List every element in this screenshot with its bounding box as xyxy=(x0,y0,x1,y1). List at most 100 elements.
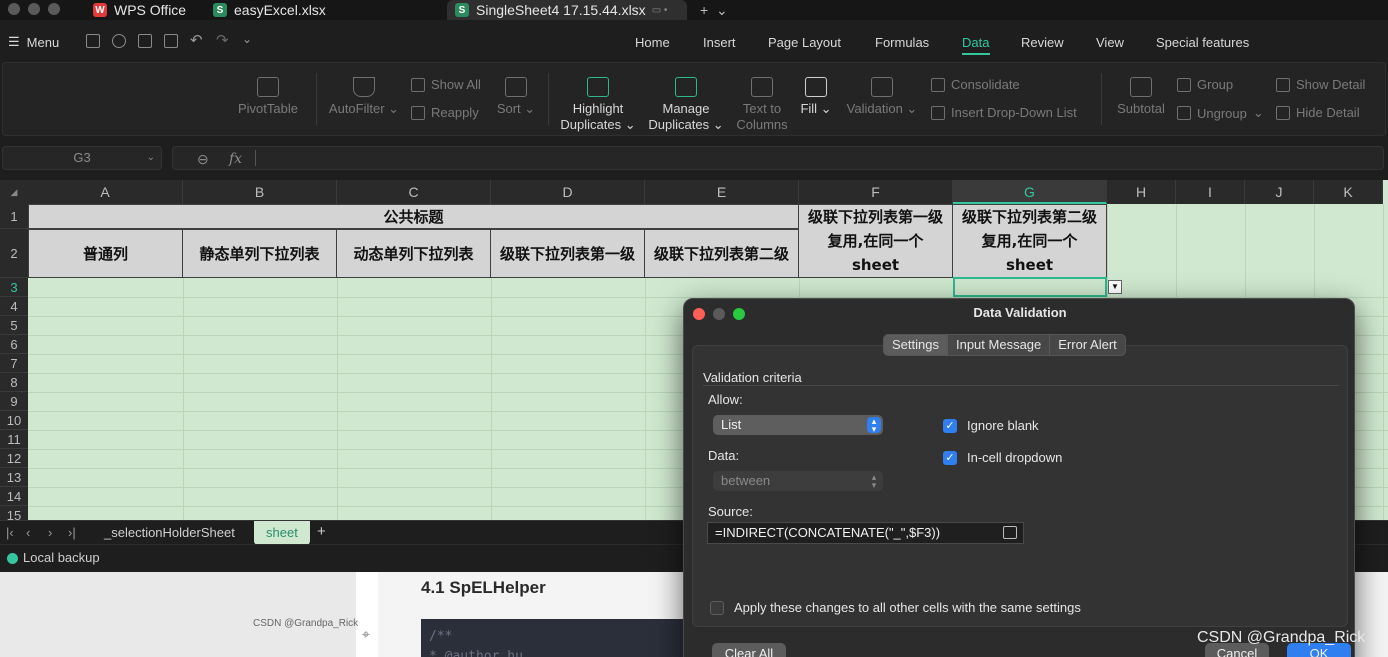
apply-all-checkbox[interactable] xyxy=(710,601,724,615)
allow-select[interactable]: List ▴ ▾ xyxy=(713,415,883,435)
nav-formulas[interactable]: Formulas xyxy=(875,35,929,50)
source-input[interactable]: =INDIRECT(CONCATENATE("_",$F3)) xyxy=(707,522,1024,544)
row-header-15[interactable]: 15 xyxy=(0,506,28,520)
menu-button[interactable]: ☰ Menu xyxy=(8,34,59,50)
redo-icon[interactable]: ↷ xyxy=(216,31,229,49)
column-header-k[interactable]: K xyxy=(1314,180,1383,204)
tab-error-alert[interactable]: Error Alert xyxy=(1050,335,1125,355)
row-header-4[interactable]: 4 xyxy=(0,297,28,316)
header-cell-g[interactable]: 级联下拉列表第二级复用,在同一个sheet xyxy=(952,204,1107,278)
next-sheet-icon[interactable]: › xyxy=(48,525,52,540)
header-cell-b[interactable]: 静态单列下拉列表 xyxy=(182,229,337,278)
header-cell-e[interactable]: 级联下拉列表第二级 xyxy=(644,229,799,278)
header-cell-a[interactable]: 普通列 xyxy=(28,229,183,278)
highlight-duplicates-button[interactable]: Highlight Duplicates ⌄ xyxy=(559,77,637,133)
column-header-b[interactable]: B xyxy=(183,180,337,204)
more-quick-icon[interactable]: ⌄ xyxy=(242,32,252,46)
column-header-c[interactable]: C xyxy=(337,180,491,204)
new-file-icon[interactable] xyxy=(86,34,100,48)
clear-all-button[interactable]: Clear All xyxy=(712,643,786,657)
header-cell-c[interactable]: 动态单列下拉列表 xyxy=(336,229,491,278)
sheet-tab-selection-holder[interactable]: _selectionHolderSheet xyxy=(104,525,235,540)
column-header-d[interactable]: D xyxy=(491,180,645,204)
header-merged-title[interactable]: 公共标题 xyxy=(28,204,799,229)
nav-review[interactable]: Review xyxy=(1021,35,1064,50)
undo-icon[interactable]: ↶ xyxy=(190,31,203,49)
range-picker-icon[interactable] xyxy=(1003,526,1017,539)
open-file-icon[interactable] xyxy=(112,34,126,48)
consolidate-button[interactable]: Consolidate xyxy=(931,77,1020,92)
validation-button[interactable]: Validation ⌄ xyxy=(845,77,919,117)
row-header-1[interactable]: 1 xyxy=(0,204,28,229)
row-header-13[interactable]: 13 xyxy=(0,468,28,487)
row-header-2[interactable]: 2 xyxy=(0,229,28,278)
cell-dropdown-arrow-icon[interactable]: ▼ xyxy=(1108,280,1122,294)
fill-button[interactable]: Fill ⌄ xyxy=(799,77,833,117)
last-sheet-icon[interactable]: ›| xyxy=(68,525,76,540)
sort-button[interactable]: Sort ⌄ xyxy=(495,77,537,117)
row-header-11[interactable]: 11 xyxy=(0,430,28,449)
drag-handle-icon[interactable]: ⌖ xyxy=(362,626,370,643)
autofilter-button[interactable]: AutoFilter ⌄ xyxy=(327,77,401,117)
row-header-9[interactable]: 9 xyxy=(0,392,28,411)
tab-singlesheet4[interactable]: S SingleSheet4 17.15.44.xlsx ▭ • xyxy=(447,0,687,20)
column-header-h[interactable]: H xyxy=(1107,180,1176,204)
first-sheet-icon[interactable]: |‹ xyxy=(6,525,14,540)
sheet-tab-sheet[interactable]: sheet xyxy=(254,521,310,545)
close-window-icon[interactable] xyxy=(8,3,20,15)
show-all-button[interactable]: Show All xyxy=(411,77,481,92)
row-header-8[interactable]: 8 xyxy=(0,373,28,392)
zoom-window-icon[interactable] xyxy=(48,3,60,15)
group-button[interactable]: Group xyxy=(1177,77,1233,92)
zoom-formula-icon[interactable]: ⊖ xyxy=(197,151,209,168)
prev-sheet-icon[interactable]: ‹ xyxy=(26,525,30,540)
minimize-window-icon[interactable] xyxy=(28,3,40,15)
nav-home[interactable]: Home xyxy=(635,35,670,50)
tab-wps-office[interactable]: W WPS Office xyxy=(85,0,194,20)
row-header-3[interactable]: 3 xyxy=(0,278,28,297)
column-header-a[interactable]: A xyxy=(28,180,183,204)
nav-view[interactable]: View xyxy=(1096,35,1124,50)
column-header-e[interactable]: E xyxy=(645,180,799,204)
subtotal-button[interactable]: Subtotal xyxy=(1111,77,1171,116)
local-backup-label[interactable]: Local backup xyxy=(23,550,100,565)
ignore-blank-checkbox[interactable]: ✓ xyxy=(943,419,957,433)
insert-dropdown-list-button[interactable]: Insert Drop-Down List xyxy=(931,105,1077,120)
new-tab-button[interactable]: + ⌄ xyxy=(692,0,736,20)
manage-duplicates-button[interactable]: Manage Duplicates ⌄ xyxy=(647,77,725,133)
row-header-12[interactable]: 12 xyxy=(0,449,28,468)
tab-settings[interactable]: Settings xyxy=(884,335,948,355)
in-cell-dropdown-checkbox[interactable]: ✓ xyxy=(943,451,957,465)
tab-input-message[interactable]: Input Message xyxy=(948,335,1051,355)
nav-insert[interactable]: Insert xyxy=(703,35,736,50)
column-header-g[interactable]: G xyxy=(953,180,1107,204)
name-box[interactable]: G3 ⌄ xyxy=(2,146,162,170)
column-header-f[interactable]: F xyxy=(799,180,953,204)
text-to-columns-button[interactable]: Text to Columns xyxy=(733,77,791,133)
selected-cell-g3[interactable] xyxy=(953,277,1107,297)
show-detail-button[interactable]: Show Detail xyxy=(1276,77,1365,92)
hide-detail-button[interactable]: Hide Detail xyxy=(1276,105,1360,120)
pivottable-button[interactable]: PivotTable xyxy=(233,77,303,116)
fx-icon[interactable]: fx xyxy=(229,151,242,167)
row-header-6[interactable]: 6 xyxy=(0,335,28,354)
print-icon[interactable] xyxy=(138,34,152,48)
row-header-14[interactable]: 14 xyxy=(0,487,28,506)
add-sheet-button[interactable]: + xyxy=(317,523,326,540)
ungroup-button[interactable]: Ungroup ⌄ xyxy=(1177,105,1264,121)
nav-page-layout[interactable]: Page Layout xyxy=(768,35,841,50)
nav-special-features[interactable]: Special features xyxy=(1156,35,1249,50)
formula-input[interactable]: ⊖ fx xyxy=(172,146,1384,170)
header-cell-d[interactable]: 级联下拉列表第一级 xyxy=(490,229,645,278)
row-header-5[interactable]: 5 xyxy=(0,316,28,335)
tab-easyexcel[interactable]: S easyExcel.xlsx xyxy=(205,0,334,20)
row-header-7[interactable]: 7 xyxy=(0,354,28,373)
column-header-i[interactable]: I xyxy=(1176,180,1245,204)
select-all-corner[interactable]: ◢ xyxy=(0,180,28,204)
reapply-button[interactable]: Reapply xyxy=(411,105,479,120)
print-preview-icon[interactable] xyxy=(164,34,178,48)
header-cell-f[interactable]: 级联下拉列表第一级复用,在同一个sheet xyxy=(798,204,953,278)
row-header-10[interactable]: 10 xyxy=(0,411,28,430)
column-header-j[interactable]: J xyxy=(1245,180,1314,204)
nav-data[interactable]: Data xyxy=(962,35,989,50)
